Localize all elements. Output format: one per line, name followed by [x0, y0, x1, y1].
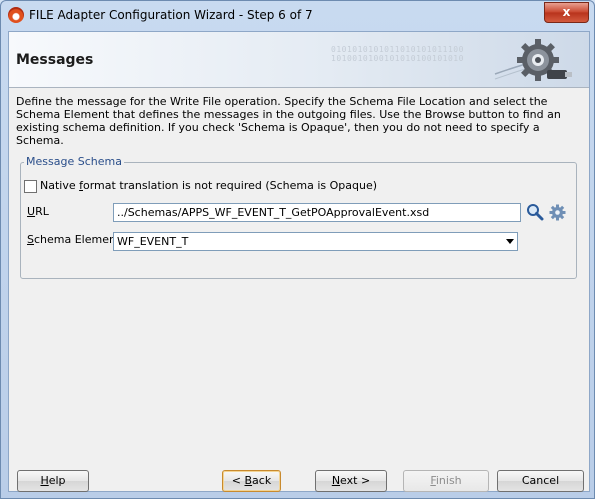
group-legend: Message Schema [24, 155, 124, 168]
message-schema-group: Message Schema Native format translation… [20, 155, 577, 279]
schema-element-value: WF_EVENT_T [117, 235, 189, 248]
wizard-window: FILE Adapter Configuration Wizard - Step… [0, 0, 595, 499]
url-label: URL [27, 205, 49, 218]
schema-element-label: Schema Element [27, 233, 121, 246]
close-button[interactable]: x [544, 2, 589, 23]
finish-button: Finish [403, 470, 489, 492]
gear-graphic-icon [494, 39, 572, 81]
schema-element-select[interactable]: WF_EVENT_T [113, 232, 518, 251]
cancel-button[interactable]: Cancel [497, 470, 584, 492]
search-icon[interactable] [526, 203, 544, 221]
opaque-schema-checkbox[interactable] [24, 180, 37, 193]
step-header: Messages 0101010101011010101011100 10100… [9, 32, 589, 88]
url-input[interactable]: ../Schemas/APPS_WF_EVENT_T_GetPOApproval… [113, 203, 521, 222]
gear-icon[interactable] [549, 204, 566, 221]
step-description: Define the message for the Write File op… [16, 95, 561, 147]
back-button[interactable]: < Back [222, 470, 281, 492]
next-button[interactable]: Next > [315, 470, 387, 492]
window-title: FILE Adapter Configuration Wizard - Step… [29, 8, 313, 22]
wizard-body: Messages 0101010101011010101011100 10100… [8, 31, 590, 492]
help-button[interactable]: Help [17, 470, 89, 492]
chevron-down-icon[interactable] [506, 239, 514, 244]
page-title: Messages [16, 52, 94, 68]
adapter-app-icon [8, 7, 24, 23]
binary-decoration: 0101010101011010101011100 10100101001010… [331, 45, 464, 63]
opaque-schema-label[interactable]: Native format translation is not require… [40, 179, 377, 192]
title-bar[interactable]: FILE Adapter Configuration Wizard - Step… [1, 1, 594, 31]
